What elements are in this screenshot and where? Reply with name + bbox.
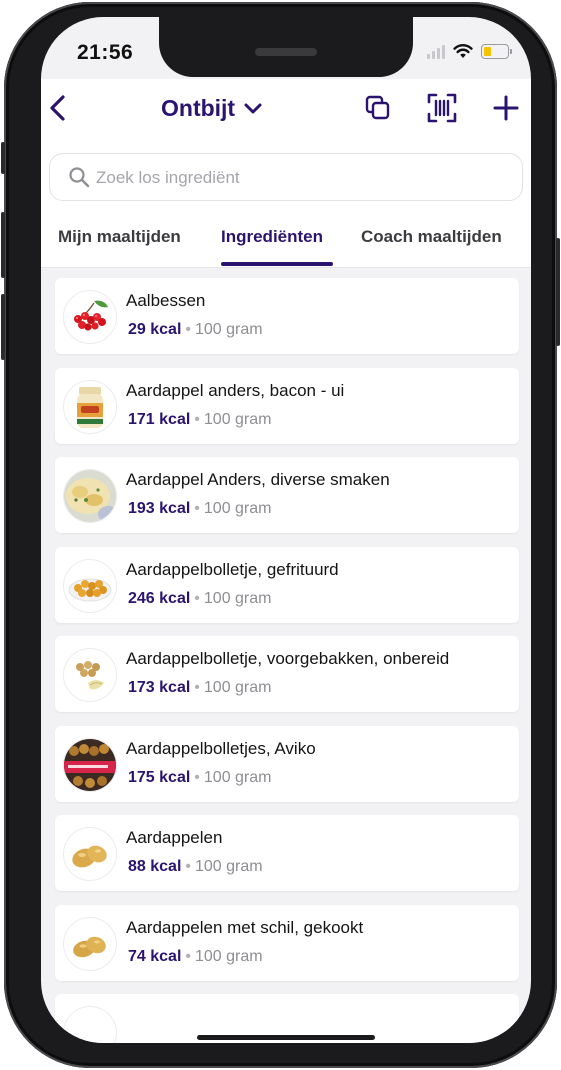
item-nutrition: 193 kcal • 100 gram (128, 500, 271, 518)
item-name: Aalbessen (126, 291, 206, 310)
item-name: Aardappelbolletje, voorgebakken, onberei… (126, 649, 450, 668)
separator-dot: • (185, 858, 191, 875)
potatoes-image (63, 827, 117, 881)
copy-icon[interactable] (363, 93, 393, 123)
app-header: Ontbijt (41, 79, 531, 137)
wifi-icon (453, 44, 473, 58)
item-kcal: 171 kcal (128, 410, 191, 428)
item-amount: 100 gram (203, 589, 272, 607)
tab-ingredienten[interactable]: Ingrediënten (221, 227, 323, 247)
item-amount: 100 gram (203, 410, 272, 428)
search-and-tabs: Mijn maaltijden Ingrediënten Coach maalt… (41, 137, 531, 268)
item-kcal: 246 kcal (128, 589, 191, 607)
food-thumbnail (63, 1006, 117, 1043)
tab-mijn-maaltijden[interactable]: Mijn maaltijden (58, 227, 181, 247)
gratin-image (63, 469, 117, 523)
item-name: Aardappel anders, bacon - ui (126, 380, 345, 400)
barcode-scan-icon[interactable] (427, 93, 457, 123)
item-kcal: 175 kcal (128, 768, 191, 786)
item-kcal: 74 kcal (128, 947, 182, 965)
back-arrow-icon[interactable] (45, 93, 73, 123)
aviko-bag-image (63, 737, 117, 792)
status-time: 21:56 (77, 41, 134, 64)
item-nutrition: 171 kcal • 100 gram (128, 411, 271, 429)
item-nutrition: 175 kcal • 100 gram (128, 769, 271, 787)
status-icons (427, 43, 512, 59)
item-nutrition: 88 kcal • 100 gram (128, 858, 263, 876)
ingredient-list: Aalbessen 29 kcal • 100 gram Aardappel and… (55, 278, 519, 1043)
tab-coach-maaltijden[interactable]: Coach maaltijden (361, 227, 502, 247)
fried-balls-image (63, 558, 117, 613)
list-item[interactable]: Aardappelen met schil, gekookt 74 kcal • 1… (55, 904, 519, 981)
list-item[interactable]: Aalbessen 29 kcal • 100 gram (55, 278, 519, 354)
home-indicator (197, 1035, 375, 1040)
separator-dot: • (194, 768, 200, 786)
item-amount: 100 gram (195, 858, 263, 875)
item-kcal: 173 kcal (128, 679, 191, 696)
notch (159, 17, 413, 77)
chevron-down-icon (244, 103, 262, 113)
list-item[interactable]: Aardappel anders, bacon - ui 171 kcal • 10… (55, 367, 519, 444)
item-amount: 100 gram (203, 500, 272, 517)
item-amount: 100 gram (195, 947, 263, 965)
separator-dot: • (185, 321, 191, 338)
separator-dot: • (194, 500, 200, 517)
item-name: Aardappelbolletje, gefrituurd (126, 559, 339, 579)
separator-dot: • (185, 947, 191, 965)
battery-icon (481, 43, 512, 59)
list-item[interactable]: Aardappelen 88 kcal • 100 gram (55, 815, 519, 891)
jar-image (63, 379, 117, 434)
boiled-potatoes-image (63, 916, 117, 971)
search-input[interactable] (94, 154, 498, 202)
search-box (49, 153, 523, 202)
item-nutrition: 246 kcal • 100 gram (128, 590, 271, 608)
screen: 21:56 Ontbijt Zoek los ingrediënt Mijn m… (41, 17, 531, 1043)
redcurrant-image (63, 290, 117, 344)
list-item[interactable]: Aardappel Anders, diverse smaken 193 kca… (55, 457, 519, 533)
raw-balls-image (63, 648, 117, 702)
item-kcal: 88 kcal (128, 858, 182, 875)
cellular-signal-icon (427, 43, 445, 59)
active-tab-indicator (221, 262, 333, 266)
item-nutrition: 74 kcal • 100 gram (128, 948, 263, 966)
power-button (556, 238, 560, 346)
item-name: Aardappelen (126, 828, 223, 847)
volume-down-button (1, 294, 5, 360)
list-item[interactable]: Aardappelbolletjes, Aviko 175 kcal • 100 g… (55, 725, 519, 802)
search-icon (69, 167, 90, 188)
item-kcal: 193 kcal (128, 500, 191, 517)
item-amount: 100 gram (203, 679, 272, 696)
separator-dot: • (194, 679, 200, 696)
separator-dot: • (194, 410, 200, 428)
tab-bar: Mijn maaltijden Ingrediënten Coach maalt… (41, 211, 531, 268)
list-item[interactable]: Aardappelbolletje, gefrituurd 246 kcal • 1… (55, 546, 519, 623)
item-name: Aardappelbolletjes, Aviko (126, 738, 316, 758)
phone-frame: 21:56 Ontbijt Zoek los ingrediënt Mijn m… (1, 2, 560, 1068)
item-name: Aardappel Anders, diverse smaken (126, 470, 390, 489)
item-amount: 100 gram (195, 321, 263, 338)
volume-up-button (1, 212, 5, 278)
add-icon[interactable] (491, 93, 521, 123)
list-item[interactable]: Aardappelbolletje, voorgebakken, onberei… (55, 636, 519, 712)
item-amount: 100 gram (203, 768, 272, 786)
separator-dot: • (194, 589, 200, 607)
item-nutrition: 173 kcal • 100 gram (128, 679, 271, 697)
page-title: Ontbijt (161, 95, 236, 121)
item-kcal: 29 kcal (128, 321, 182, 338)
mute-switch (1, 142, 5, 174)
item-name: Aardappelen met schil, gekookt (126, 917, 364, 937)
meal-selector[interactable]: Ontbijt (161, 95, 263, 122)
speaker (255, 48, 317, 56)
item-nutrition: 29 kcal • 100 gram (128, 321, 263, 339)
